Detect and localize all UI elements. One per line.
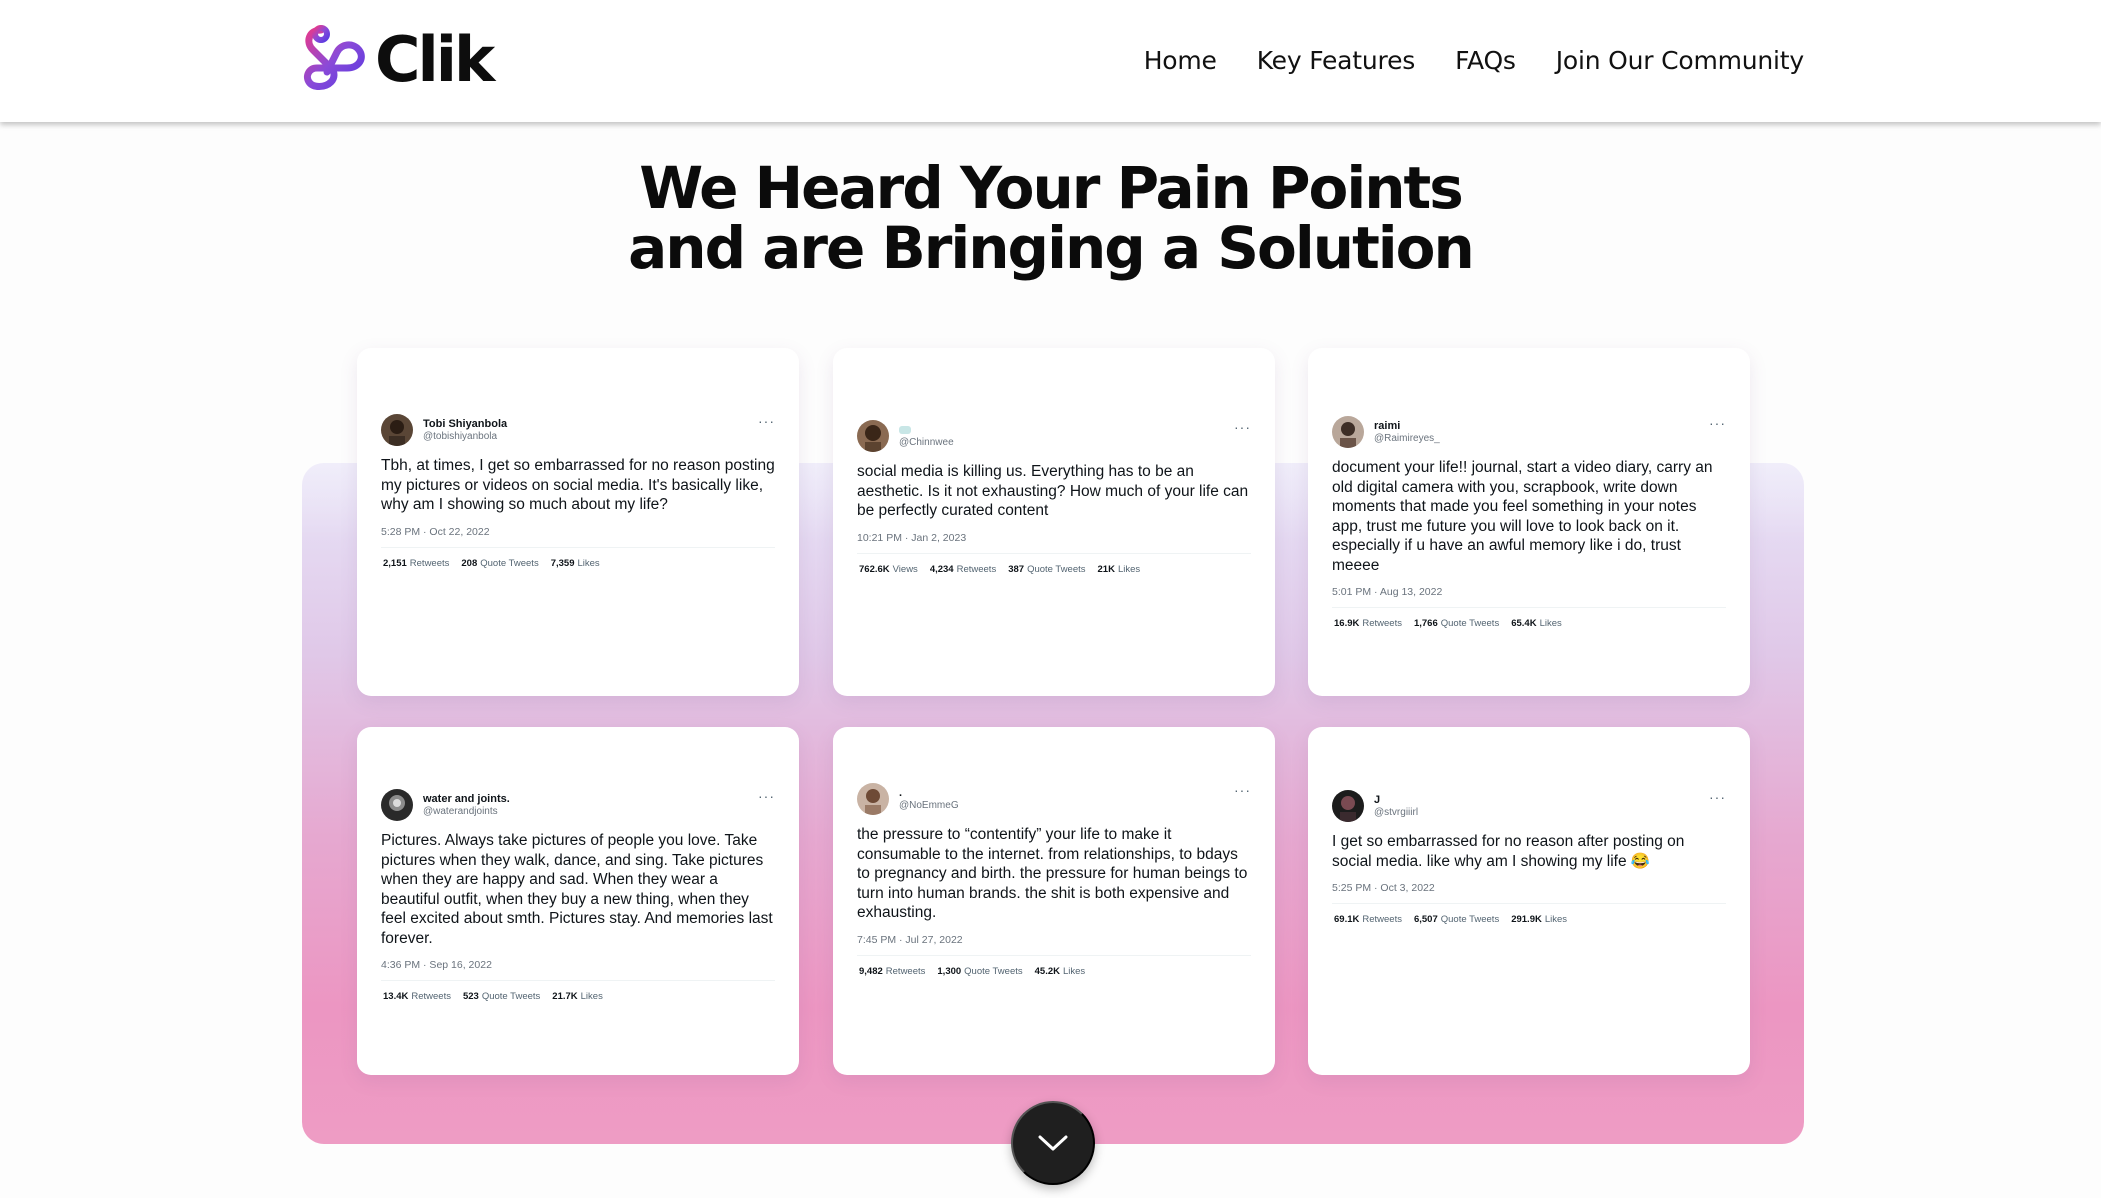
stat-likes: 291.9K Likes (1511, 914, 1568, 925)
divider (381, 546, 775, 548)
section-heading: We Heard Your Pain Points and are Bringi… (0, 158, 2101, 278)
stat-quote-tweets: 523 Quote Tweets (462, 991, 541, 1002)
brand-name: Clik (375, 23, 495, 96)
tweet-timestamp: 7:45 PM · Jul 27, 2022 (857, 933, 963, 946)
tweet-author-badge (899, 424, 954, 437)
tweet-handle: @Chinnwee (899, 436, 954, 448)
tweet-card: @Chinnwee ··· social media is killing us… (833, 348, 1275, 696)
stat-likes: 65.4K Likes (1511, 618, 1562, 629)
stat-quote-tweets: 1,300 Quote Tweets (937, 965, 1023, 977)
divider (857, 954, 1251, 956)
tweet-stats: 2,151 Retweets 208 Quote Tweets 7,359 Likes (381, 558, 775, 569)
stat-retweets: 9,482 Retweets (859, 965, 926, 977)
tweet-text: I get so embarrassed for no reason after… (1332, 833, 1685, 870)
tweet-stats: 13.4K Retweets 523 Quote Tweets 21.7K Likes (381, 991, 775, 1002)
more-options-icon[interactable]: ··· (1709, 416, 1726, 430)
tweet-card: J @stvrgiiirl ··· I get so embarrassed f… (1308, 727, 1750, 1075)
stat-retweets: 16.9K Retweets (1334, 618, 1402, 629)
stat-likes: 21.7K Likes (552, 991, 603, 1002)
tweet-card: Tobi Shiyanbola @tobishiyanbola ··· Tbh,… (357, 348, 799, 696)
tweet-author: Tobi Shiyanbola (423, 417, 508, 430)
brand-logo-link[interactable]: Clik (301, 23, 495, 96)
stat-views: 762.6K Views (859, 563, 918, 575)
stat-likes: 21K Likes (1097, 563, 1141, 575)
divider (1332, 607, 1726, 608)
more-options-icon[interactable]: ··· (1234, 783, 1251, 797)
avatar (1332, 790, 1364, 822)
tweet-card: raimi @Raimireyes_ ··· document your lif… (1308, 348, 1750, 696)
divider (1332, 903, 1726, 904)
nav-home[interactable]: Home (1144, 46, 1217, 75)
tweet-text: Tbh, at times, I get so embarrassed for … (381, 457, 775, 513)
tweet-stats: 16.9K Retweets 1,766 Quote Tweets 65.4K Lik… (1332, 618, 1726, 629)
emoji-badge-icon (899, 425, 911, 434)
tweet-card: water and joints. @waterandjoints ··· Pi… (357, 727, 799, 1075)
tweet-timestamp: 5:01 PM · Aug 13, 2022 (1332, 586, 1443, 598)
tweet-author: raimi (1374, 419, 1401, 432)
tweet-stats: 762.6K Views 4,234 Retweets 387 Quote Tweet… (857, 564, 1251, 575)
tweet-header: Tobi Shiyanbola @tobishiyanbola ··· (381, 414, 775, 446)
tweet-text: the pressure to “contentify” your life t… (857, 826, 1248, 921)
tweet-text: document your life!! journal, start a vi… (1332, 459, 1713, 574)
tweet-handle: @Raimireyes_ (1374, 432, 1440, 444)
avatar (1332, 416, 1364, 448)
tweet-timestamp: 5:25 PM · Oct 3, 2022 (1332, 882, 1435, 894)
avatar (381, 414, 413, 446)
chevron-down-icon (1038, 1135, 1068, 1151)
stat-retweets: 4,234 Retweets (929, 563, 997, 575)
tweet-timestamp: 4:36 PM · Sep 16, 2022 (381, 959, 492, 971)
tweet-header: water and joints. @waterandjoints ··· (381, 789, 775, 821)
clik-logo-icon (303, 25, 365, 90)
nav-faqs[interactable]: FAQs (1455, 46, 1516, 75)
tweet-handle: @stvrgiiirl (1374, 806, 1419, 818)
tweet-stats: 9,482 Retweets 1,300 Quote Tweets 45.2K Lik… (857, 966, 1251, 977)
more-options-icon[interactable]: ··· (1234, 420, 1251, 434)
avatar (857, 420, 889, 452)
tweet-text: Pictures. Always take pictures of people… (381, 832, 773, 947)
divider (857, 552, 1251, 554)
avatar (381, 789, 413, 821)
tweet-header: . @NoEmmeG ··· (857, 783, 1251, 815)
divider (381, 980, 775, 981)
stat-quote-tweets: 208 Quote Tweets (461, 557, 539, 569)
tweet-handle: @tobishiyanbola (423, 430, 498, 442)
more-options-icon[interactable]: ··· (758, 414, 775, 428)
tweet-author: J (1374, 793, 1381, 806)
main-nav: Home Key Features FAQs Join Our Communit… (1144, 40, 1805, 80)
nav-key-features[interactable]: Key Features (1257, 46, 1416, 75)
heading-line-1: We Heard Your Pain Points (639, 154, 1464, 222)
stat-quote-tweets: 1,766 Quote Tweets (1413, 618, 1500, 629)
tweet-header: @Chinnwee ··· (857, 420, 1251, 452)
tweet-author: water and joints. (423, 792, 510, 805)
site-header: Clik Home Key Features FAQs Join Our Com… (0, 0, 2101, 122)
tweet-card: . @NoEmmeG ··· the pressure to “contenti… (833, 727, 1275, 1075)
avatar (857, 783, 889, 815)
tweet-handle: @NoEmmeG (899, 799, 959, 811)
stat-quote-tweets: 387 Quote Tweets (1008, 563, 1086, 575)
scroll-down-button[interactable] (1011, 1101, 1095, 1185)
tweet-timestamp: 10:21 PM · Jan 2, 2023 (857, 531, 967, 544)
stat-retweets: 2,151 Retweets (383, 557, 450, 569)
tweet-author: . (899, 786, 903, 799)
tweet-header: raimi @Raimireyes_ ··· (1332, 416, 1726, 448)
stat-quote-tweets: 6,507 Quote Tweets (1413, 914, 1500, 925)
nav-join-community[interactable]: Join Our Community (1556, 46, 1804, 75)
more-options-icon[interactable]: ··· (1709, 790, 1726, 804)
stat-retweets: 13.4K Retweets (383, 991, 451, 1002)
tweet-handle: @waterandjoints (423, 805, 498, 817)
stat-retweets: 69.1K Retweets (1334, 914, 1402, 925)
more-options-icon[interactable]: ··· (758, 789, 775, 803)
stat-likes: 7,359 Likes (550, 557, 600, 569)
tweet-timestamp: 5:28 PM · Oct 22, 2022 (381, 525, 490, 538)
tweet-header: J @stvrgiiirl ··· (1332, 790, 1726, 822)
stat-likes: 45.2K Likes (1034, 965, 1086, 977)
heading-line-2: and are Bringing a Solution (628, 214, 1475, 282)
tweet-stats: 69.1K Retweets 6,507 Quote Tweets 291.9K Li… (1332, 914, 1726, 925)
tweet-text: social media is killing us. Everything h… (857, 463, 1249, 519)
